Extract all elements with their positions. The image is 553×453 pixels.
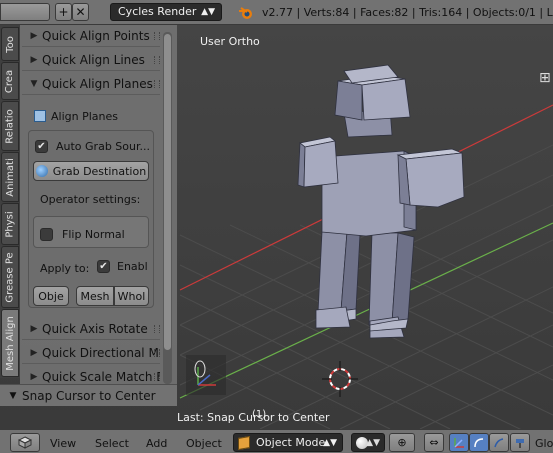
transform-orientation-icon[interactable] — [510, 433, 530, 452]
close-screen-icon[interactable]: ✕ — [72, 3, 89, 21]
info-header: + ✕ Cycles Render ▲▼ v2.77 | Verts:84 | … — [0, 0, 553, 25]
expanded-arrow-icon: ▼ — [30, 78, 38, 89]
scale-curve-icon — [494, 437, 504, 447]
orientation-icon — [516, 438, 524, 448]
viewport-shading-dropdown[interactable]: ▲▼ — [351, 433, 385, 452]
checkbox-checked-icon: ✔ — [97, 260, 110, 273]
auto-grab-source-checkbox[interactable]: ✔ Auto Grab Sour... — [35, 140, 150, 153]
3d-cursor — [322, 361, 358, 397]
tab-grease-pencil[interactable]: Grease Pe — [1, 246, 19, 308]
tab-tools[interactable]: Too — [1, 27, 19, 61]
dropdown-arrow-icon: ▲▼ — [323, 437, 337, 448]
render-engine-dropdown[interactable]: Cycles Render ▲▼ — [110, 3, 222, 21]
render-engine-label: Cycles Render — [118, 5, 197, 18]
axis-orientation-icon — [186, 355, 226, 395]
cube-icon — [18, 436, 32, 449]
viewport-header: View Select Add Object Object Mode ▲▼ ▲▼… — [0, 429, 553, 453]
menu-select[interactable]: Select — [95, 437, 129, 450]
mode-dropdown[interactable]: Object Mode ▲▼ — [233, 433, 343, 452]
drag-grip-icon[interactable] — [154, 349, 160, 357]
menu-object[interactable]: Object — [186, 437, 222, 450]
translate-manipulator-icon[interactable] — [449, 433, 469, 452]
align-planes-icon — [34, 110, 46, 122]
collapsed-arrow-icon: ▶ — [30, 30, 38, 41]
shelf-scrollbar-thumb[interactable] — [164, 34, 171, 350]
apply-whole-button[interactable]: Whol — [114, 286, 149, 306]
panel-quick-align-points[interactable]: ▶ Quick Align Points — [22, 25, 160, 47]
humanoid-mesh — [297, 64, 465, 339]
tool-shelf-tabs: Too Crea Relatio Animati Physi Grease Pe… — [0, 25, 20, 378]
pivot-point-icon[interactable]: ⊕ — [389, 433, 415, 452]
tab-physics[interactable]: Physi — [1, 203, 19, 245]
collapsed-arrow-icon: ▶ — [30, 54, 38, 65]
checkbox-unchecked-icon — [40, 228, 53, 241]
manipulator-toggle-icon[interactable]: ⇔ — [424, 433, 444, 452]
add-screen-icon[interactable]: + — [55, 3, 72, 21]
drag-grip-icon[interactable] — [154, 325, 160, 333]
translate-arrow-icon — [454, 437, 464, 448]
scene-stats: v2.77 | Verts:84 | Faces:82 | Tris:164 |… — [262, 6, 553, 19]
dropdown-arrow-icon: ▲▼ — [201, 7, 215, 17]
operator-settings-label: Operator settings: — [40, 193, 141, 206]
editor-type-icon[interactable] — [10, 433, 40, 452]
collapsed-arrow-icon: ▶ — [30, 347, 38, 358]
apply-mesh-button[interactable]: Mesh — [76, 286, 114, 306]
tab-relations[interactable]: Relatio — [1, 101, 19, 151]
view-label: User Ortho — [200, 35, 260, 48]
align-planes-tool[interactable]: Align Planes — [34, 108, 118, 124]
apply-object-button[interactable]: Obje — [33, 286, 69, 306]
blender-logo-icon — [239, 7, 252, 19]
panel-snap-cursor-to-center[interactable]: ▼ Snap Cursor to Center — [0, 384, 177, 406]
panel-quick-axis-rotate[interactable]: ▶ Quick Axis Rotate — [22, 318, 160, 340]
globe-icon — [35, 165, 48, 177]
drag-grip-icon[interactable] — [154, 373, 160, 381]
panel-quick-directional-move[interactable]: ▶ Quick Directional Mo — [22, 342, 160, 364]
editor-type-button[interactable] — [0, 3, 50, 21]
properties-toggle-icon[interactable]: ⊞ — [539, 70, 553, 86]
expanded-arrow-icon: ▼ — [9, 390, 17, 401]
flip-normal-checkbox[interactable]: Flip Normal — [40, 228, 125, 241]
object-mode-icon — [238, 435, 250, 450]
scale-manipulator-icon[interactable] — [489, 433, 509, 452]
tab-mesh-align[interactable]: Mesh Align — [1, 309, 19, 377]
checkbox-checked-icon: ✔ — [35, 140, 48, 153]
orientation-label[interactable]: Glo — [535, 437, 553, 450]
dropdown-arrow-icon: ▲▼ — [366, 437, 380, 448]
menu-view[interactable]: View — [50, 437, 76, 450]
enable-checkbox[interactable]: ✔ Enabl — [97, 260, 148, 273]
apply-to-label: Apply to: — [40, 262, 90, 275]
drag-grip-icon[interactable] — [154, 56, 160, 64]
tab-create[interactable]: Crea — [1, 62, 19, 100]
rotate-arc-icon — [474, 437, 484, 447]
collapsed-arrow-icon: ▶ — [30, 371, 38, 382]
collapsed-arrow-icon: ▶ — [30, 323, 38, 334]
y-axis-line — [179, 222, 553, 399]
drag-grip-icon[interactable] — [154, 32, 160, 40]
panel-quick-align-planes[interactable]: ▼ Quick Align Planes — [22, 73, 160, 95]
grab-destination-button[interactable]: Grab Destination — [33, 161, 149, 181]
rotate-manipulator-icon[interactable] — [469, 433, 489, 452]
panel-quick-align-lines[interactable]: ▶ Quick Align Lines — [22, 49, 160, 71]
tab-animation[interactable]: Animati — [1, 152, 19, 202]
drag-grip-icon[interactable] — [154, 80, 160, 88]
frame-number: (1) — [252, 409, 267, 420]
menu-add[interactable]: Add — [146, 437, 167, 450]
